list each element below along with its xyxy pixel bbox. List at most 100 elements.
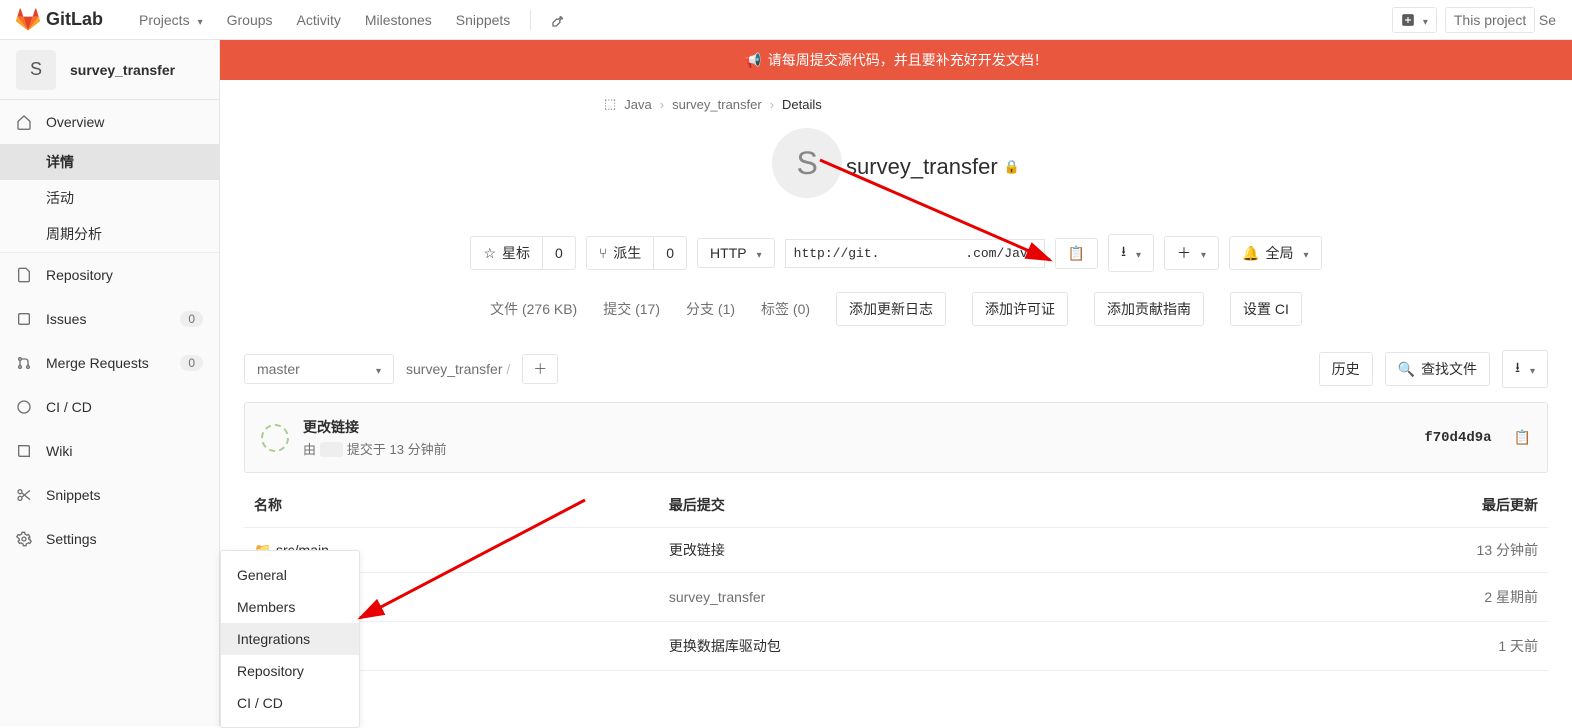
- sidebar-repository[interactable]: Repository: [0, 253, 219, 297]
- find-file-button[interactable]: 🔍 查找文件: [1385, 352, 1490, 386]
- plus-icon: [1401, 13, 1415, 27]
- ci-status-icon[interactable]: [261, 424, 289, 452]
- lock-icon: 🔒: [1004, 159, 1020, 175]
- gitlab-logo[interactable]: GitLab: [16, 8, 103, 32]
- nav-projects[interactable]: Projects: [127, 12, 215, 28]
- clone-url-input[interactable]: [785, 239, 1045, 268]
- copy-sha-button[interactable]: 📋: [1514, 429, 1531, 446]
- issues-icon: [16, 311, 32, 327]
- sidebar-sub-details[interactable]: 详情: [0, 144, 219, 180]
- download-source-dropdown[interactable]: ⭳: [1502, 350, 1548, 388]
- repo-path: survey_transfer /: [406, 361, 510, 377]
- fork-count: 0: [654, 236, 687, 270]
- crumb-group-icon: ⬚: [604, 96, 616, 112]
- download-icon: ⭳: [1121, 241, 1126, 265]
- nav-milestones[interactable]: Milestones: [353, 12, 444, 28]
- nav-separator: [530, 10, 531, 30]
- book-icon: [16, 443, 32, 459]
- download-icon: ⭳: [1515, 357, 1520, 381]
- row-commit-msg[interactable]: 更改链接: [659, 528, 1209, 573]
- add-license-button[interactable]: 添加许可证: [972, 292, 1068, 326]
- hero-avatar: S: [772, 128, 842, 198]
- flyout-general[interactable]: General: [221, 559, 359, 591]
- search-icon: 🔍: [1398, 361, 1415, 378]
- issues-count-badge: 0: [180, 311, 203, 327]
- last-commit-panel: 更改链接 由 提交于 13 分钟前 f70d4d9a 📋: [244, 402, 1548, 473]
- col-name-header: 名称: [244, 483, 659, 528]
- crumb-project[interactable]: survey_transfer: [672, 97, 762, 112]
- col-update-header: 最后更新: [1209, 483, 1548, 528]
- breadcrumb: ⬚ Java › survey_transfer › Details: [604, 96, 1548, 112]
- admin-wrench-icon[interactable]: [539, 12, 579, 28]
- star-button[interactable]: ☆ 星标: [470, 236, 543, 270]
- download-dropdown[interactable]: ⭳: [1108, 234, 1154, 272]
- table-row[interactable]: 📁src/main更改链接13 分钟前: [244, 528, 1548, 573]
- home-icon: [16, 114, 32, 130]
- sidebar-snippets[interactable]: Snippets: [0, 473, 219, 517]
- stat-commits[interactable]: 提交 (17): [603, 299, 660, 319]
- gear-icon: [16, 531, 32, 547]
- branch-selector[interactable]: master: [244, 354, 394, 384]
- fork-button[interactable]: ⑂ 派生: [586, 236, 654, 270]
- project-search-input[interactable]: [1445, 7, 1535, 33]
- sidebar-sub-cycle[interactable]: 周期分析: [0, 216, 219, 252]
- fork-icon: ⑂: [599, 245, 607, 261]
- sidebar-sub-activity[interactable]: 活动: [0, 180, 219, 216]
- left-sidebar: S survey_transfer Overview 详情 活动 周期分析 Re…: [0, 40, 220, 726]
- crumb-page: Details: [782, 97, 822, 112]
- nav-groups[interactable]: Groups: [215, 12, 285, 28]
- nav-activity[interactable]: Activity: [285, 12, 353, 28]
- project-hero: S survey_transfer 🔒: [244, 128, 1548, 210]
- bell-icon: 🔔: [1242, 245, 1259, 262]
- add-contributing-button[interactable]: 添加贡献指南: [1094, 292, 1204, 326]
- scissors-icon: [16, 487, 32, 503]
- row-updated: 1 天前: [1209, 622, 1548, 671]
- sidebar-merge-requests[interactable]: Merge Requests 0: [0, 341, 219, 385]
- table-row[interactable]: 🗎.gitignoresurvey_transfer2 星期前: [244, 573, 1548, 622]
- add-file-button[interactable]: ＋: [522, 354, 558, 384]
- nav-snippets[interactable]: Snippets: [444, 12, 522, 28]
- stat-branches[interactable]: 分支 (1): [686, 299, 735, 319]
- commit-title[interactable]: 更改链接: [303, 417, 1410, 437]
- row-commit-msg[interactable]: survey_transfer: [659, 573, 1209, 622]
- row-updated: 2 星期前: [1209, 573, 1548, 622]
- file-table: 名称 最后提交 最后更新 📁src/main更改链接13 分钟前🗎.gitign…: [244, 483, 1548, 671]
- sidebar-issues[interactable]: Issues 0: [0, 297, 219, 341]
- repo-toolbar: master survey_transfer / ＋ 历史 🔍 查找文件 ⭳: [244, 350, 1548, 388]
- project-avatar: S: [16, 50, 56, 90]
- notification-dropdown[interactable]: 🔔 全局: [1229, 236, 1321, 270]
- sidebar-project-header[interactable]: S survey_transfer: [0, 40, 219, 100]
- sidebar-settings[interactable]: Settings: [0, 517, 219, 561]
- star-count: 0: [543, 236, 576, 270]
- sidebar-wiki[interactable]: Wiki: [0, 429, 219, 473]
- rocket-icon: [16, 399, 32, 415]
- gitlab-icon: [16, 8, 40, 32]
- new-dropdown-button[interactable]: [1392, 7, 1437, 33]
- copy-url-button[interactable]: 📋: [1055, 238, 1098, 269]
- flyout-repository[interactable]: Repository: [221, 655, 359, 687]
- history-button[interactable]: 历史: [1319, 352, 1373, 386]
- flyout-cicd[interactable]: CI / CD: [221, 687, 359, 719]
- flyout-members[interactable]: Members: [221, 591, 359, 623]
- brand-text: GitLab: [46, 9, 103, 30]
- flyout-integrations[interactable]: Integrations: [221, 623, 359, 655]
- crumb-group[interactable]: Java: [624, 97, 651, 112]
- sidebar-cicd[interactable]: CI / CD: [0, 385, 219, 429]
- table-row[interactable]: 🗎pom.xml更换数据库驱动包1 天前: [244, 622, 1548, 671]
- commit-sha[interactable]: f70d4d9a: [1424, 430, 1491, 446]
- add-changelog-button[interactable]: 添加更新日志: [836, 292, 946, 326]
- search-overflow-text: Se: [1539, 12, 1556, 28]
- project-action-bar: ☆ 星标 0 ⑂ 派生 0 HTTP 📋 ⭳ ＋ 🔔 全局: [244, 234, 1548, 272]
- row-commit-msg[interactable]: 更换数据库驱动包: [659, 622, 1209, 671]
- sidebar-overview[interactable]: Overview: [0, 100, 219, 144]
- stat-files[interactable]: 文件 (276 KB): [490, 299, 577, 319]
- settings-flyout: General Members Integrations Repository …: [220, 550, 360, 728]
- bullhorn-icon: 📢: [744, 52, 761, 68]
- project-name: survey_transfer: [70, 62, 175, 78]
- plus-dropdown[interactable]: ＋: [1164, 236, 1219, 270]
- clone-protocol-dropdown[interactable]: HTTP: [697, 238, 775, 268]
- stat-tags[interactable]: 标签 (0): [761, 299, 810, 319]
- commit-meta: 由 提交于 13 分钟前: [303, 439, 1410, 458]
- row-updated: 13 分钟前: [1209, 528, 1548, 573]
- setup-ci-button[interactable]: 设置 CI: [1230, 292, 1302, 326]
